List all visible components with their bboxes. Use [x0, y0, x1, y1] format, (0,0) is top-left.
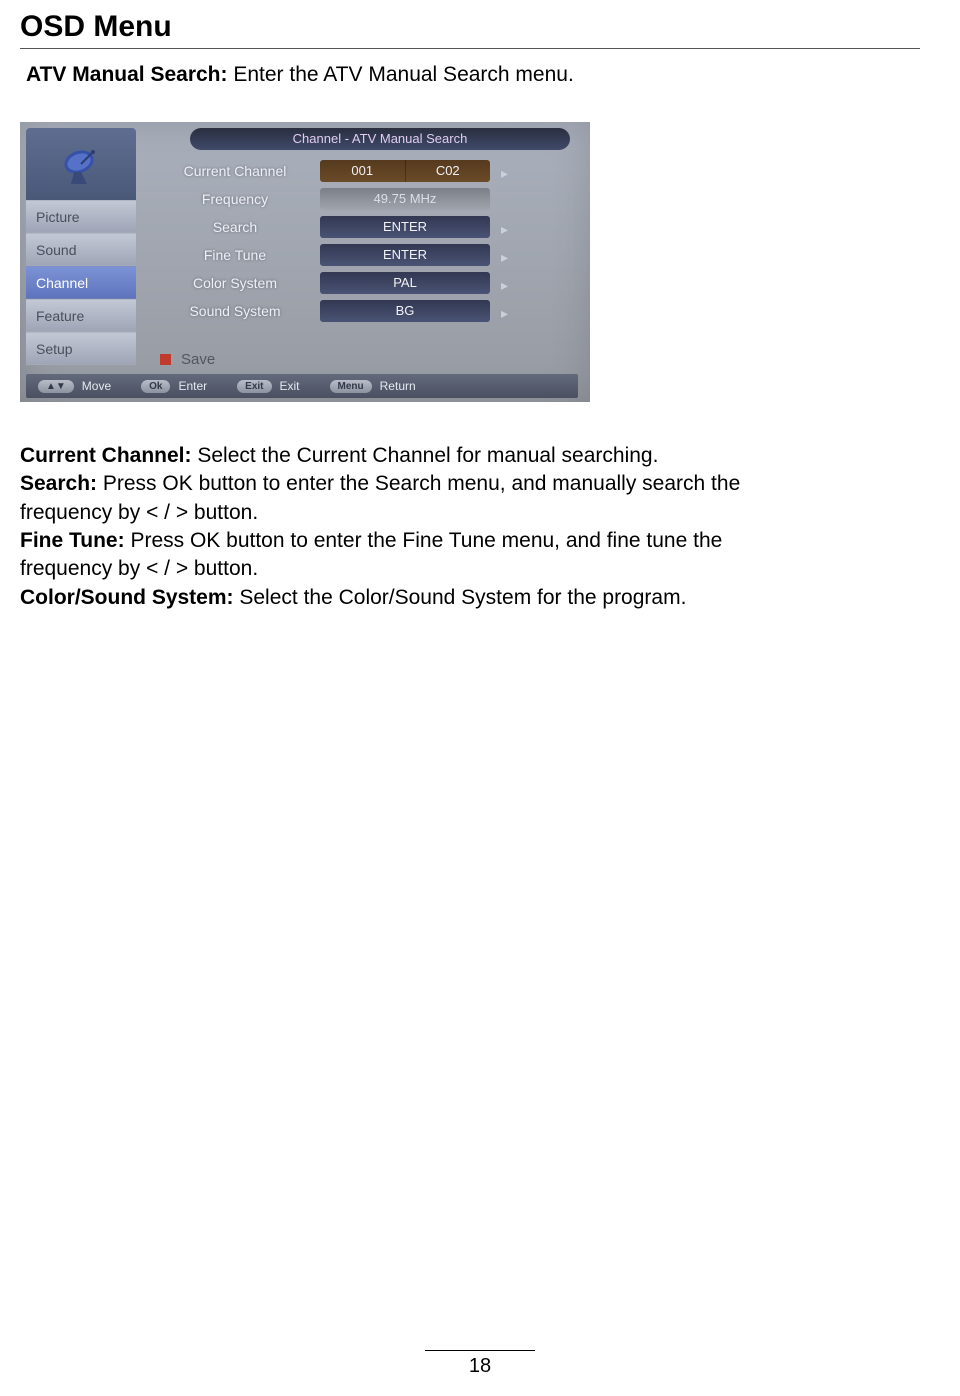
footer-hint-exit: Exit Exit — [237, 379, 299, 393]
intro-line: ATV Manual Search: Enter the ATV Manual … — [26, 63, 920, 87]
osd-body: Current Channel 001 C02 ▸ Frequency 49.7… — [150, 158, 578, 372]
row-value-color-system: PAL ▸ — [320, 272, 490, 294]
footer-label: Return — [380, 379, 416, 393]
row-label: Search — [150, 219, 320, 235]
desc-current-channel: Current Channel: Select the Current Chan… — [20, 442, 780, 470]
footer-label: Exit — [280, 379, 300, 393]
osd-save-hint: Save — [160, 351, 215, 368]
row-label: Color System — [150, 275, 320, 291]
page-number: 18 — [0, 1355, 960, 1378]
osd-row-search[interactable]: Search ENTER ▸ — [150, 214, 578, 240]
osd-category-icon-box — [26, 128, 136, 200]
ok-badge-icon: Ok — [141, 380, 170, 393]
row-label: Fine Tune — [150, 247, 320, 263]
page-rule — [20, 48, 920, 49]
osd-row-frequency: Frequency 49.75 MHz — [150, 186, 578, 212]
osd-screenshot: Picture Sound Channel Feature Setup Chan… — [20, 122, 590, 402]
chevron-right-icon: ▸ — [501, 302, 508, 324]
chevron-right-icon: ▸ — [501, 218, 508, 240]
sidebar-item-setup[interactable]: Setup — [26, 332, 136, 365]
footer-hint-move: ▲▼ Move — [38, 379, 111, 393]
row-value-text: PAL — [393, 275, 417, 290]
footer-label: Enter — [178, 379, 207, 393]
menu-badge-icon: Menu — [330, 380, 372, 393]
footer-label: Move — [82, 379, 111, 393]
exit-badge-icon: Exit — [237, 380, 271, 393]
desc-bold: Color/Sound System: — [20, 586, 234, 609]
sidebar-item-channel[interactable]: Channel — [26, 266, 136, 299]
row-value-fine-tune: ENTER ▸ — [320, 244, 490, 266]
osd-titlebar: Channel - ATV Manual Search — [190, 128, 570, 150]
description-block: Current Channel: Select the Current Chan… — [20, 442, 780, 612]
osd-footer: ▲▼ Move Ok Enter Exit Exit Menu Return — [26, 374, 578, 398]
row-label: Current Channel — [150, 163, 320, 179]
footer-hint-enter: Ok Enter — [141, 379, 207, 393]
row-value-sound-system: BG ▸ — [320, 300, 490, 322]
desc-bold: Fine Tune: — [20, 529, 125, 552]
chevron-right-icon: ▸ — [501, 274, 508, 296]
row-label: Frequency — [150, 191, 320, 207]
page-footer: 18 — [0, 1350, 960, 1378]
desc-bold: Current Channel: — [20, 444, 192, 467]
desc-text: Press OK button to enter the Search menu… — [20, 472, 740, 523]
osd-row-color-system[interactable]: Color System PAL ▸ — [150, 270, 578, 296]
satellite-dish-icon — [59, 142, 103, 186]
row-value-text: ENTER — [383, 247, 427, 262]
current-channel-id: C02 — [406, 160, 491, 182]
page-number-rule — [425, 1350, 535, 1351]
row-label: Sound System — [150, 303, 320, 319]
row-value-current-channel: 001 C02 ▸ — [320, 160, 490, 182]
sidebar-item-picture[interactable]: Picture — [26, 200, 136, 233]
chevron-right-icon: ▸ — [501, 246, 508, 268]
sidebar-item-sound[interactable]: Sound — [26, 233, 136, 266]
save-label: Save — [181, 351, 215, 368]
intro-text: Enter the ATV Manual Search menu. — [228, 63, 574, 86]
row-value-search: ENTER ▸ — [320, 216, 490, 238]
osd-row-sound-system[interactable]: Sound System BG ▸ — [150, 298, 578, 324]
desc-text: Press OK button to enter the Fine Tune m… — [20, 529, 722, 580]
chevron-right-icon: ▸ — [501, 162, 508, 184]
desc-text: Select the Color/Sound System for the pr… — [234, 586, 687, 609]
osd-row-current-channel[interactable]: Current Channel 001 C02 ▸ — [150, 158, 578, 184]
osd-sidebar: Picture Sound Channel Feature Setup — [26, 128, 136, 365]
desc-search: Search: Press OK button to enter the Sea… — [20, 470, 780, 527]
footer-hint-return: Menu Return — [330, 379, 416, 393]
current-channel-number: 001 — [320, 160, 406, 182]
row-value-frequency: 49.75 MHz — [320, 188, 490, 210]
desc-bold: Search: — [20, 472, 97, 495]
desc-color-sound-system: Color/Sound System: Select the Color/Sou… — [20, 584, 780, 612]
red-button-icon — [160, 354, 171, 365]
row-value-text: ENTER — [383, 219, 427, 234]
desc-text: Select the Current Channel for manual se… — [192, 444, 659, 467]
desc-fine-tune: Fine Tune: Press OK button to enter the … — [20, 527, 780, 584]
updown-badge-icon: ▲▼ — [38, 380, 74, 393]
page-title: OSD Menu — [20, 10, 920, 44]
row-value-text: BG — [396, 303, 415, 318]
intro-bold: ATV Manual Search: — [26, 63, 228, 86]
sidebar-item-feature[interactable]: Feature — [26, 299, 136, 332]
osd-row-fine-tune[interactable]: Fine Tune ENTER ▸ — [150, 242, 578, 268]
